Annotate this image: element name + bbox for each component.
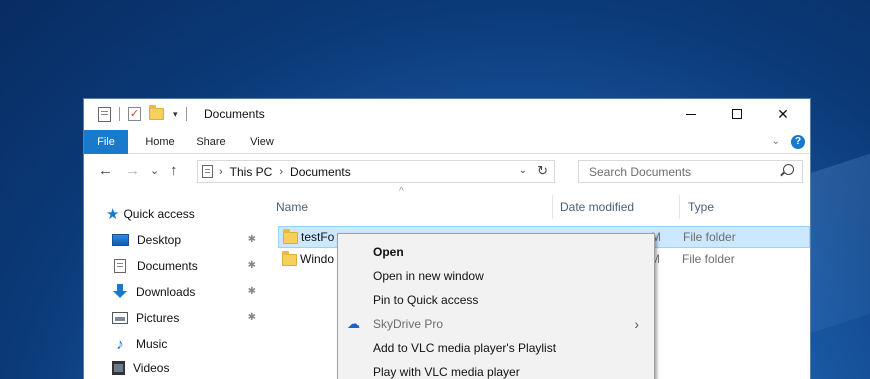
documents-location-icon <box>202 165 213 178</box>
sidebar-item-quick-access[interactable]: ★ Quick access <box>106 203 262 225</box>
sidebar-item-music[interactable]: ♪ Music <box>112 333 262 355</box>
quick-access-toolbar: ✓ ▾ <box>98 105 187 122</box>
search-icon[interactable] <box>783 164 794 175</box>
file-type: File folder <box>683 230 736 244</box>
sidebar-item-label: Music <box>136 337 168 351</box>
column-header-type[interactable]: Type <box>688 200 714 214</box>
file-name: Windo <box>300 252 335 266</box>
breadcrumb-documents[interactable]: Documents <box>290 165 351 179</box>
menu-item-open[interactable]: Open <box>338 240 654 264</box>
column-header-date-modified[interactable]: Date modified <box>560 200 634 214</box>
navigation-bar: ← → ⌄ ↑ › This PC › Documents ⌄ ↻ <box>84 155 810 188</box>
pin-icon: ✱ <box>247 286 256 297</box>
navigation-pane: ★ Quick access Desktop ✱ Documents ✱ Dow… <box>84 188 264 379</box>
menu-item-add-to-vlc-playlist[interactable]: Add to VLC media player's Playlist <box>338 336 654 360</box>
menu-item-pin-to-quick-access[interactable]: Pin to Quick access <box>338 288 654 312</box>
pin-icon: ✱ <box>247 234 256 245</box>
column-header-name[interactable]: Name <box>276 200 308 214</box>
tab-view[interactable]: View <box>244 130 280 154</box>
sort-ascending-icon: ^ <box>399 186 404 197</box>
forward-arrow-icon[interactable]: → <box>125 162 140 180</box>
videos-icon <box>112 361 125 375</box>
tab-share[interactable]: Share <box>190 130 232 154</box>
minimize-button[interactable] <box>668 99 714 129</box>
address-bar[interactable]: › This PC › Documents ⌄ ↻ <box>197 160 555 183</box>
folder-icon <box>283 229 298 244</box>
pin-icon: ✱ <box>247 260 256 271</box>
menu-item-open-in-new-window[interactable]: Open in new window <box>338 264 654 288</box>
file-type: File folder <box>682 252 735 266</box>
sidebar-item-label: Desktop <box>137 233 182 247</box>
back-arrow-icon[interactable]: ← <box>98 162 113 180</box>
toolbar-separator <box>119 107 120 121</box>
close-button[interactable]: ✕ <box>760 99 806 129</box>
maximize-icon <box>732 109 742 119</box>
close-icon: ✕ <box>777 105 789 122</box>
address-dropdown-icon[interactable]: ⌄ <box>519 165 527 176</box>
recent-locations-chevron-icon[interactable]: ⌄ <box>150 162 159 180</box>
submenu-arrow-icon: › <box>634 316 639 332</box>
sidebar-item-label: Documents <box>137 259 198 273</box>
menu-item-skydrive-pro[interactable]: ☁ SkyDrive Pro › <box>338 312 654 336</box>
new-folder-icon[interactable] <box>149 105 164 120</box>
window-title: Documents <box>204 107 265 121</box>
desktop-icon <box>112 234 129 246</box>
up-arrow-icon[interactable]: ↑ <box>170 162 178 180</box>
sidebar-item-label: Quick access <box>123 207 195 221</box>
folder-icon <box>282 251 297 266</box>
column-divider[interactable] <box>552 195 553 219</box>
expand-ribbon-chevron-icon[interactable]: ⌄ <box>772 136 780 147</box>
sidebar-item-downloads[interactable]: Downloads ✱ <box>112 281 262 303</box>
maximize-button[interactable] <box>714 99 760 129</box>
minimize-icon <box>686 113 696 115</box>
pin-icon: ✱ <box>247 312 256 323</box>
sidebar-item-videos[interactable]: Videos <box>112 357 262 379</box>
ribbon-tabs: File Home Share View ⌄ ? <box>84 130 810 154</box>
checkmark-icon[interactable]: ✓ <box>128 107 141 121</box>
sidebar-item-documents[interactable]: Documents ✱ <box>112 255 262 277</box>
sidebar-item-desktop[interactable]: Desktop ✱ <box>112 229 262 251</box>
music-icon: ♪ <box>116 335 124 353</box>
sidebar-item-label: Videos <box>133 361 170 375</box>
column-divider[interactable] <box>679 195 680 219</box>
breadcrumb-separator[interactable]: › <box>219 166 223 178</box>
toolbar-separator <box>185 107 187 121</box>
tab-file[interactable]: File <box>84 130 128 154</box>
tab-home[interactable]: Home <box>140 130 180 154</box>
refresh-icon[interactable]: ↻ <box>537 163 548 179</box>
menu-item-play-with-vlc[interactable]: Play with VLC media player <box>338 360 654 379</box>
skydrive-cloud-icon: ☁ <box>347 316 360 331</box>
file-name: testFo <box>301 230 335 244</box>
title-bar: ✓ ▾ Documents ✕ <box>84 99 810 130</box>
sidebar-item-label: Downloads <box>136 285 196 299</box>
sidebar-item-label: Pictures <box>136 311 180 325</box>
documents-icon <box>114 259 126 273</box>
breadcrumb-this-pc[interactable]: This PC <box>230 165 273 179</box>
search-box[interactable] <box>578 160 803 183</box>
star-icon: ★ <box>106 206 120 223</box>
pictures-icon <box>112 312 128 324</box>
search-input[interactable] <box>579 161 764 182</box>
customize-toolbar-dropdown[interactable]: ▾ <box>173 109 178 120</box>
sidebar-item-pictures[interactable]: Pictures ✱ <box>112 307 262 329</box>
help-icon[interactable]: ? <box>791 135 805 149</box>
menu-item-label: SkyDrive Pro <box>373 317 444 331</box>
properties-icon[interactable] <box>98 106 111 122</box>
context-menu: Open Open in new window Pin to Quick acc… <box>337 233 655 379</box>
download-icon <box>112 284 128 300</box>
breadcrumb-separator[interactable]: › <box>279 166 283 178</box>
